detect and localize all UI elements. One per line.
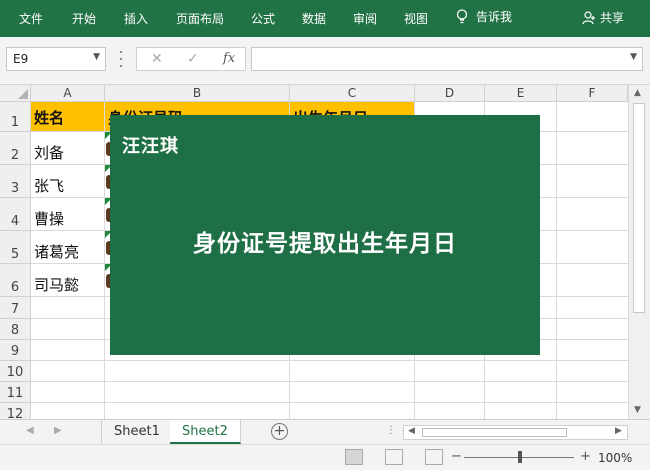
- formula-input[interactable]: ▼: [251, 47, 643, 71]
- column-header[interactable]: C: [290, 85, 415, 102]
- person-icon: [582, 10, 595, 24]
- status-bar: − + 100%: [0, 444, 650, 470]
- vertical-scrollbar[interactable]: ▲ ▼: [628, 85, 650, 419]
- check-icon[interactable]: ✓: [187, 51, 199, 67]
- zoom-out-icon[interactable]: −: [451, 449, 462, 464]
- cell-a1[interactable]: 姓名: [34, 107, 64, 128]
- tell-me-label: 告诉我: [476, 10, 513, 24]
- gridline: [104, 102, 105, 419]
- prev-sheet-icon[interactable]: ◀: [26, 425, 34, 436]
- next-sheet-icon[interactable]: ▶: [54, 425, 62, 436]
- column-header[interactable]: D: [415, 85, 485, 102]
- share-button[interactable]: 共享: [582, 9, 624, 26]
- row-header[interactable]: 10: [0, 361, 31, 382]
- column-header[interactable]: B: [105, 85, 290, 102]
- row-header[interactable]: 7: [0, 297, 31, 319]
- headline-text: 身份证号提取出生年月日: [193, 231, 457, 257]
- select-all-corner[interactable]: [0, 85, 31, 102]
- row-header[interactable]: 2: [0, 132, 31, 165]
- author-label: 汪汪琪: [122, 136, 179, 157]
- gridline: [31, 360, 628, 361]
- row-header[interactable]: 11: [0, 382, 31, 403]
- tab-file[interactable]: 文件: [19, 10, 43, 27]
- tab-data[interactable]: 数据: [302, 10, 326, 27]
- name-box-value: E9: [13, 52, 29, 66]
- scroll-thumb[interactable]: [633, 103, 645, 313]
- tab-page-layout[interactable]: 页面布局: [176, 10, 224, 27]
- share-label: 共享: [600, 11, 625, 25]
- zoom-slider-thumb[interactable]: [518, 451, 522, 463]
- gridline: [556, 102, 557, 419]
- row-header[interactable]: 9: [0, 340, 31, 361]
- row-header[interactable]: 3: [0, 165, 31, 198]
- row-header[interactable]: 12: [0, 403, 31, 419]
- zoom-level[interactable]: 100%: [598, 451, 632, 465]
- normal-view-icon[interactable]: [345, 449, 363, 465]
- sheet-tabs-bar: ◀ ▶ Sheet1 Sheet2 + ⋮ ◀ ▶: [0, 419, 650, 444]
- splitter-handle[interactable]: [118, 51, 124, 67]
- ribbon-tab-bar: 文件 开始 插入 页面布局 公式 数据 审阅 视图 告诉我 共享: [0, 0, 650, 37]
- cell-a6[interactable]: 司马懿: [34, 274, 79, 295]
- tab-formulas[interactable]: 公式: [251, 10, 275, 27]
- row-header[interactable]: 5: [0, 231, 31, 264]
- add-sheet-icon[interactable]: +: [271, 423, 288, 440]
- cell-a4[interactable]: 曹操: [34, 208, 64, 229]
- row-header[interactable]: 1: [0, 102, 31, 132]
- insert-function-icon[interactable]: fx: [223, 51, 235, 66]
- horizontal-scrollbar[interactable]: ◀ ▶: [403, 425, 628, 440]
- row-header[interactable]: 6: [0, 264, 31, 297]
- gridline: [31, 402, 628, 403]
- sheet-tab-sheet1[interactable]: Sheet1: [101, 420, 173, 444]
- formula-buttons: ✕ ✓ fx: [136, 47, 246, 71]
- row-header[interactable]: 8: [0, 319, 31, 340]
- row-header[interactable]: 4: [0, 198, 31, 231]
- lightbulb-icon: [456, 8, 468, 23]
- page-break-view-icon[interactable]: [425, 449, 443, 465]
- cell-a3[interactable]: 张飞: [34, 175, 64, 196]
- cell-a2[interactable]: 刘备: [34, 142, 64, 163]
- column-header[interactable]: F: [557, 85, 628, 102]
- scroll-up-icon[interactable]: ▲: [634, 88, 641, 98]
- expand-formula-icon[interactable]: ▼: [630, 52, 637, 62]
- page-layout-view-icon[interactable]: [385, 449, 403, 465]
- tab-review[interactable]: 审阅: [353, 10, 377, 27]
- more-icon[interactable]: ⋮: [386, 425, 396, 436]
- scroll-down-icon[interactable]: ▼: [634, 405, 641, 415]
- scroll-right-icon[interactable]: ▶: [615, 426, 622, 436]
- column-header[interactable]: A: [31, 85, 105, 102]
- cancel-icon[interactable]: ✕: [151, 51, 163, 67]
- chevron-down-icon[interactable]: ▼: [93, 52, 100, 62]
- scroll-left-icon[interactable]: ◀: [408, 426, 415, 436]
- name-box[interactable]: E9 ▼: [6, 47, 106, 71]
- sheet-tab-sheet2[interactable]: Sheet2: [170, 420, 241, 444]
- tab-home[interactable]: 开始: [72, 10, 96, 27]
- tab-insert[interactable]: 插入: [124, 10, 148, 27]
- tab-view[interactable]: 视图: [404, 10, 428, 27]
- zoom-in-icon[interactable]: +: [580, 449, 591, 464]
- scroll-thumb[interactable]: [422, 428, 567, 437]
- column-header[interactable]: E: [485, 85, 557, 102]
- tell-me-box[interactable]: 告诉我: [456, 8, 512, 25]
- gridline: [31, 381, 628, 382]
- cell-a5[interactable]: 诸葛亮: [34, 241, 79, 262]
- formula-bar-area: E9 ▼ ✕ ✓ fx ▼: [0, 37, 650, 85]
- title-card-overlay: 汪汪琪 身份证号提取出生年月日: [110, 115, 540, 355]
